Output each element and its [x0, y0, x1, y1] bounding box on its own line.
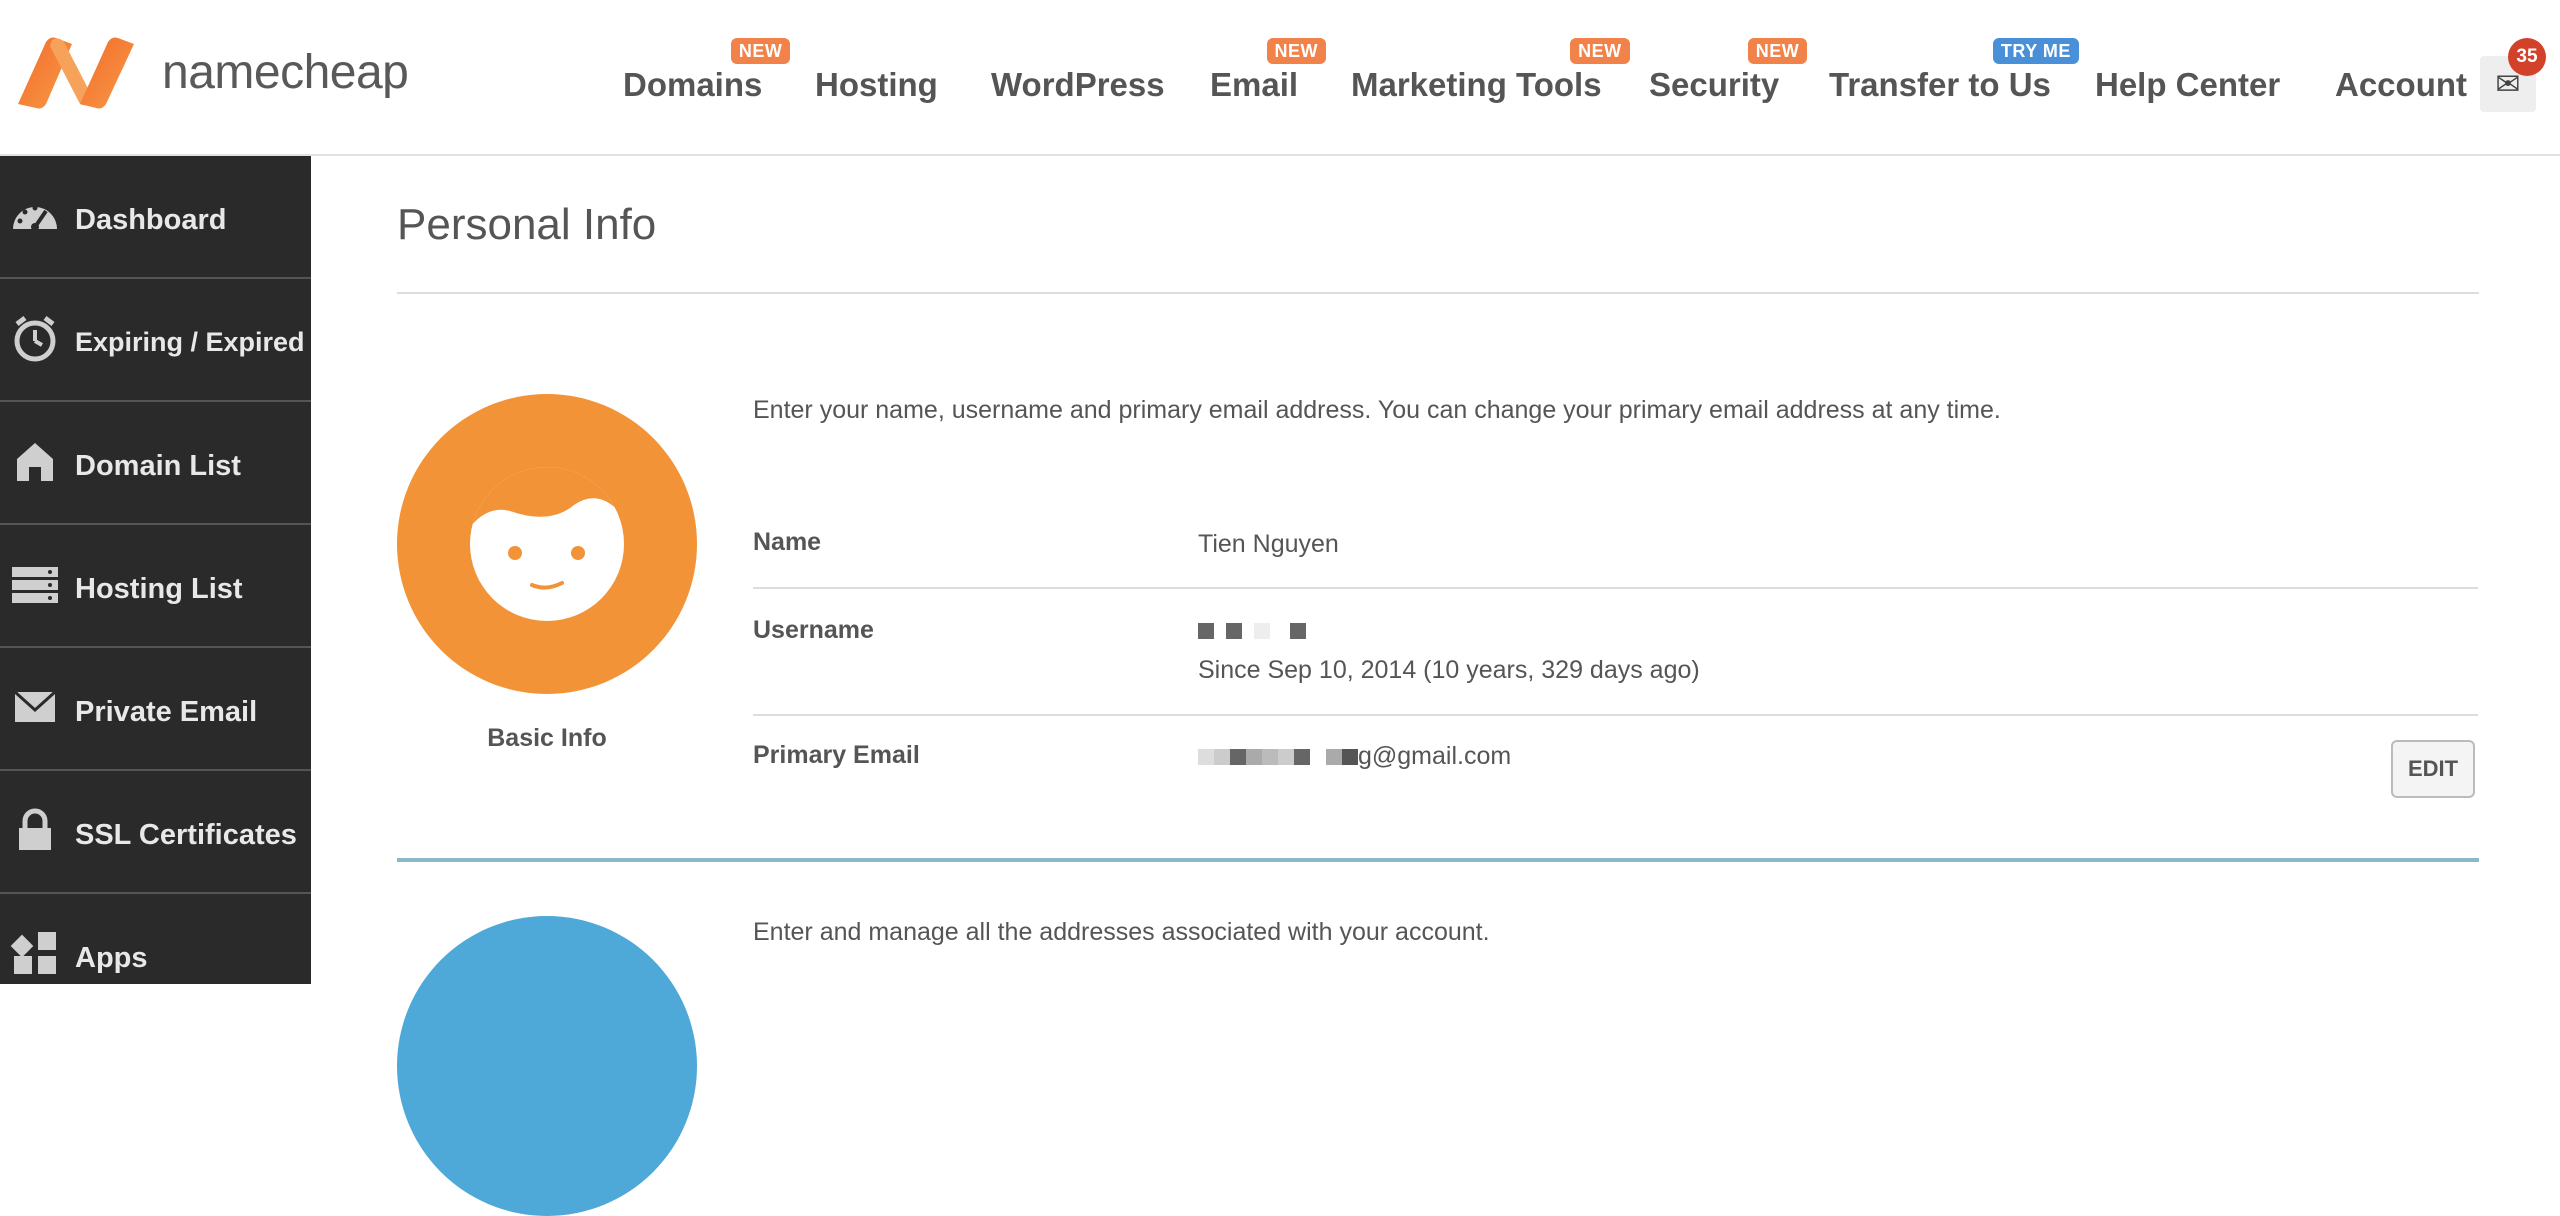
nav-security-label: Security: [1649, 66, 1780, 103]
username-label: Username: [753, 616, 874, 644]
nav-transfer-to-us-label: Transfer to Us: [1829, 66, 2051, 103]
basic-info-caption: Basic Info: [487, 724, 607, 752]
nav-account-label: Account: [2335, 66, 2467, 103]
apps-icon: [10, 928, 60, 978]
nav-help-center-label: Help Center: [2095, 66, 2281, 103]
timer-icon: [10, 313, 60, 363]
name-value: Tien Nguyen: [1198, 530, 1339, 558]
lock-icon: [10, 805, 60, 855]
nav-transfer-to-us[interactable]: Transfer to Us TRY ME: [1829, 38, 2079, 104]
brand-name: namecheap: [162, 45, 409, 99]
nav-email-label: Email: [1210, 66, 1299, 103]
nav-domains-label: Domains: [623, 66, 763, 103]
sidebar: Dashboard Expiring / Expired Domain List…: [0, 156, 311, 984]
sidebar-item-domain-list[interactable]: Domain List: [0, 402, 311, 525]
primary-email-value: g@gmail.com: [1198, 742, 1511, 771]
addresses-intro: Enter and manage all the addresses assoc…: [753, 918, 1490, 946]
title-divider: [397, 292, 2479, 294]
section-divider: [397, 858, 2479, 862]
messages-button[interactable]: ✉ 35: [2480, 38, 2546, 112]
new-badge: NEW: [1747, 38, 1808, 64]
top-header: namecheap Domains NEW Hosting WordPress …: [0, 0, 2560, 156]
row-divider: [753, 714, 2478, 716]
nav-email[interactable]: Email NEW: [1210, 38, 1327, 104]
new-badge: NEW: [1570, 38, 1630, 64]
new-badge: NEW: [730, 38, 791, 64]
sidebar-item-label: SSL Certificates: [75, 819, 297, 851]
nav-security[interactable]: Security NEW: [1649, 38, 1808, 104]
email-redacted: [1198, 742, 1358, 770]
sidebar-item-private-email[interactable]: Private Email: [0, 648, 311, 771]
nav-hosting[interactable]: Hosting: [815, 66, 938, 104]
server-icon: [10, 559, 60, 609]
namecheap-logo-icon: [18, 37, 134, 109]
nav-domains[interactable]: Domains NEW: [623, 38, 791, 104]
page-title: Personal Info: [397, 200, 657, 249]
email-suffix: g@gmail.com: [1358, 742, 1512, 770]
new-badge: NEW: [1266, 38, 1327, 64]
edit-button[interactable]: EDIT: [2391, 740, 2475, 798]
face-icon: [470, 467, 624, 621]
nav-account[interactable]: Account: [2335, 66, 2467, 104]
row-divider: [753, 587, 2478, 589]
name-label: Name: [753, 528, 822, 556]
nav-help-center[interactable]: Help Center: [2095, 66, 2280, 104]
basic-info-intro: Enter your name, username and primary em…: [753, 396, 2001, 424]
sidebar-item-dashboard[interactable]: Dashboard: [0, 156, 311, 279]
unread-count-badge: 35: [2508, 38, 2546, 76]
nav-wordpress-label: WordPress: [991, 66, 1165, 103]
namecheap-logo[interactable]: namecheap: [16, 34, 409, 110]
addresses-avatar: [397, 916, 697, 1216]
sidebar-item-label: Domain List: [75, 450, 241, 482]
nav-hosting-label: Hosting: [815, 66, 938, 103]
primary-email-label: Primary Email: [753, 741, 920, 769]
sidebar-item-label: Private Email: [75, 696, 258, 728]
main-content: Personal Info Basic Info Enter your name…: [311, 156, 2560, 1216]
sidebar-item-ssl-certificates[interactable]: SSL Certificates: [0, 771, 311, 894]
username-value-redacted: [1198, 616, 1306, 645]
sidebar-item-label: Expiring / Expired: [75, 327, 305, 357]
nav-marketing-tools-label: Marketing Tools: [1351, 66, 1602, 103]
speedometer-icon: [10, 190, 60, 240]
nav-wordpress[interactable]: WordPress: [991, 66, 1165, 104]
try-me-badge: TRY ME: [1992, 38, 2079, 64]
username-since: Since Sep 10, 2014 (10 years, 329 days a…: [1198, 656, 1700, 684]
avatar: [397, 394, 697, 694]
sidebar-item-apps[interactable]: Apps: [0, 894, 311, 1017]
home-icon: [10, 436, 60, 486]
envelope-icon: [10, 682, 60, 732]
sidebar-item-label: Apps: [75, 942, 148, 974]
sidebar-item-label: Dashboard: [75, 204, 227, 236]
nav-marketing-tools[interactable]: Marketing Tools NEW: [1351, 38, 1630, 104]
sidebar-item-hosting-list[interactable]: Hosting List: [0, 525, 311, 648]
sidebar-item-expiring[interactable]: Expiring / Expired: [0, 279, 311, 402]
sidebar-item-label: Hosting List: [75, 573, 243, 605]
